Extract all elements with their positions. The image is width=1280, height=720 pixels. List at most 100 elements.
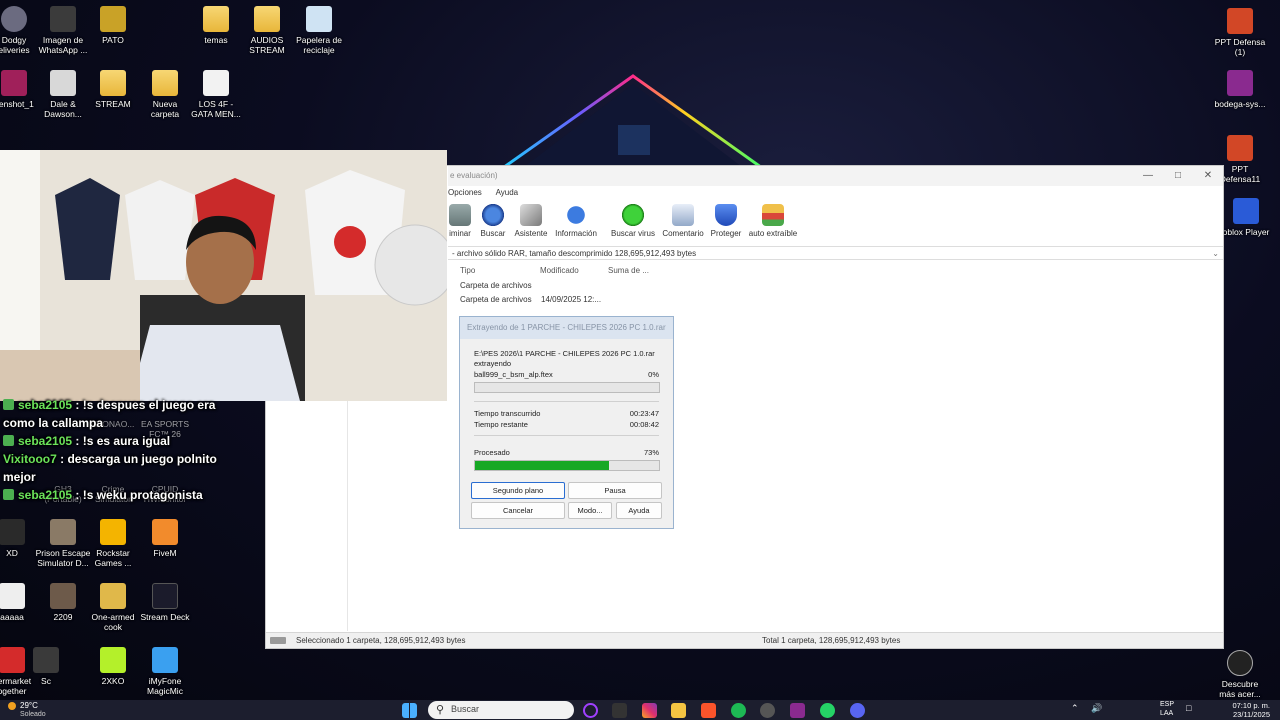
brave-icon[interactable] — [701, 703, 716, 718]
total-progress-fill — [475, 461, 610, 470]
game-icon — [100, 647, 126, 673]
help-button[interactable]: Ayuda — [616, 502, 662, 519]
desktop-icon-fivem[interactable]: FiveM — [133, 519, 197, 558]
desktop-icon-bodega-sys[interactable]: bodega-sys... — [1208, 70, 1272, 109]
desktop-icon-pato[interactable]: PATO — [81, 6, 145, 45]
desktop-icon-imyfone[interactable]: iMyFone MagicMic — [133, 647, 197, 696]
chat-text: : !s es aura igual — [72, 434, 171, 448]
chat-username: seba2105 — [18, 488, 73, 502]
maximize-button[interactable]: □ — [1163, 166, 1193, 186]
stream-deck-icon — [152, 583, 178, 609]
app-icon — [50, 70, 76, 96]
desktop-icon-recycle-bin[interactable]: Papelera de reciclaje — [287, 6, 351, 55]
powerpoint-icon — [1227, 135, 1253, 161]
dialog-title[interactable]: Extrayendo de 1 PARCHE - CHILEPES 2026 P… — [460, 317, 673, 339]
spotify-icon[interactable] — [731, 703, 746, 718]
menu-bar: Opciones Ayuda — [448, 186, 1223, 200]
discover-icon — [1227, 650, 1253, 676]
mode-button[interactable]: Modo... — [568, 502, 612, 519]
shield-icon — [715, 204, 737, 226]
webcam-feed — [0, 150, 447, 401]
image-icon — [1, 70, 27, 96]
background-button[interactable]: Segundo plano — [471, 482, 565, 499]
delete-button[interactable]: iminar — [446, 204, 474, 238]
wizard-button[interactable]: Asistente — [513, 204, 549, 238]
instagram-icon[interactable] — [642, 703, 657, 718]
archive-path: E:\PES 2026\1 PARCHE - CHILEPES 2026 PC … — [474, 349, 655, 358]
fivem-icon — [152, 519, 178, 545]
language-top[interactable]: ESP — [1160, 701, 1174, 708]
menu-ayuda[interactable]: Ayuda — [496, 188, 519, 197]
folder-tree[interactable] — [266, 401, 348, 631]
weather-icon[interactable] — [8, 702, 16, 710]
sfx-button[interactable]: auto extraíble — [748, 204, 798, 238]
chat-badge-icon — [3, 489, 14, 500]
column-modified[interactable]: Modificado — [540, 266, 579, 275]
network-icon[interactable]: □ — [1186, 703, 1191, 713]
discord-icon[interactable] — [850, 703, 865, 718]
app-icon — [33, 647, 59, 673]
image-icon — [100, 6, 126, 32]
desktop-icon-sc[interactable]: Sc — [14, 647, 78, 686]
clock-time[interactable]: 07:10 p. m. — [1226, 701, 1270, 710]
winrar-taskbar-icon[interactable] — [790, 703, 805, 718]
game-icon — [100, 583, 126, 609]
desktop-icon-ppt-defensa-1[interactable]: PPT Defensa (1) — [1208, 8, 1272, 57]
sfx-icon — [762, 204, 784, 226]
menu-opciones[interactable]: Opciones — [448, 188, 482, 197]
volume-icon[interactable]: 🔊 — [1091, 703, 1102, 714]
column-checksum[interactable]: Suma de ... — [608, 266, 649, 275]
list-item[interactable]: Carpeta de archivos 14/09/2025 12:... — [460, 295, 601, 304]
file-progress-bar — [474, 382, 660, 393]
desktop-icon-los-4f[interactable]: LOS 4F - GATA MEN... — [184, 70, 248, 119]
processed-label: Procesado — [474, 448, 510, 457]
image-icon — [50, 6, 76, 32]
folder-icon — [203, 6, 229, 32]
weather-text[interactable]: Soleado — [20, 711, 46, 718]
chat-text: : !s weku protagonista — [72, 488, 203, 502]
desktop-icon-descubre[interactable]: Descubre más acer... — [1208, 650, 1272, 699]
search-placeholder: Buscar — [451, 704, 480, 714]
chevron-up-icon[interactable]: ⌃ — [1071, 703, 1079, 714]
chat-message: Vixitooo7 : descarga un juego polnito me… — [0, 450, 240, 486]
remaining-time: 00:08:42 — [629, 420, 659, 429]
folder-icon — [100, 70, 126, 96]
minimize-button[interactable]: — — [1133, 166, 1163, 186]
elapsed-label: Tiempo transcurrido — [474, 409, 541, 418]
divider — [474, 401, 659, 402]
windows-start-icon[interactable] — [402, 703, 417, 718]
info-button[interactable]: Información — [553, 204, 599, 238]
archive-info: - archivo sólido RAR, tamaño descomprimi… — [452, 249, 697, 258]
search-box[interactable]: ⚲ Buscar — [428, 701, 574, 719]
steam-icon[interactable] — [760, 703, 775, 718]
whatsapp-icon[interactable] — [820, 703, 835, 718]
search-icon — [482, 204, 504, 226]
clock-date[interactable]: 23/11/2025 — [1226, 710, 1270, 719]
media-icon — [203, 70, 229, 96]
chat-message: seba2105 : !s despues el juego era como … — [0, 396, 240, 432]
winrar-titlebar[interactable]: e evaluación) — □ ✕ — [448, 166, 1223, 186]
app-icon — [0, 519, 25, 545]
weather-temp[interactable]: 29°C — [20, 701, 38, 710]
powerpoint-icon — [1227, 8, 1253, 34]
language-bottom[interactable]: LAA — [1160, 710, 1173, 717]
status-selected: Seleccionado 1 carpeta, 128,695,912,493 … — [296, 636, 466, 645]
list-item[interactable]: Carpeta de archivos — [460, 281, 532, 290]
column-type[interactable]: Tipo — [460, 266, 475, 275]
file-explorer-icon[interactable] — [671, 703, 686, 718]
opera-icon[interactable] — [583, 703, 598, 718]
webcam-overlay — [0, 150, 447, 401]
virus-scan-button[interactable]: Buscar virus — [610, 204, 656, 238]
close-button[interactable]: ✕ — [1193, 166, 1223, 186]
chevron-down-icon[interactable]: ⌄ — [1212, 247, 1219, 260]
path-bar[interactable]: - archivo sólido RAR, tamaño descomprimi… — [448, 246, 1223, 260]
desktop-icon-stream-deck[interactable]: Stream Deck — [133, 583, 197, 622]
app-icon — [1, 6, 27, 32]
comment-button[interactable]: Comentario — [660, 204, 706, 238]
terminal-icon[interactable] — [612, 703, 627, 718]
cancel-button[interactable]: Cancelar — [471, 502, 565, 519]
pause-button[interactable]: Pausa — [568, 482, 662, 499]
image-icon — [50, 583, 76, 609]
protect-button[interactable]: Proteger — [709, 204, 743, 238]
search-button[interactable]: Buscar — [478, 204, 508, 238]
